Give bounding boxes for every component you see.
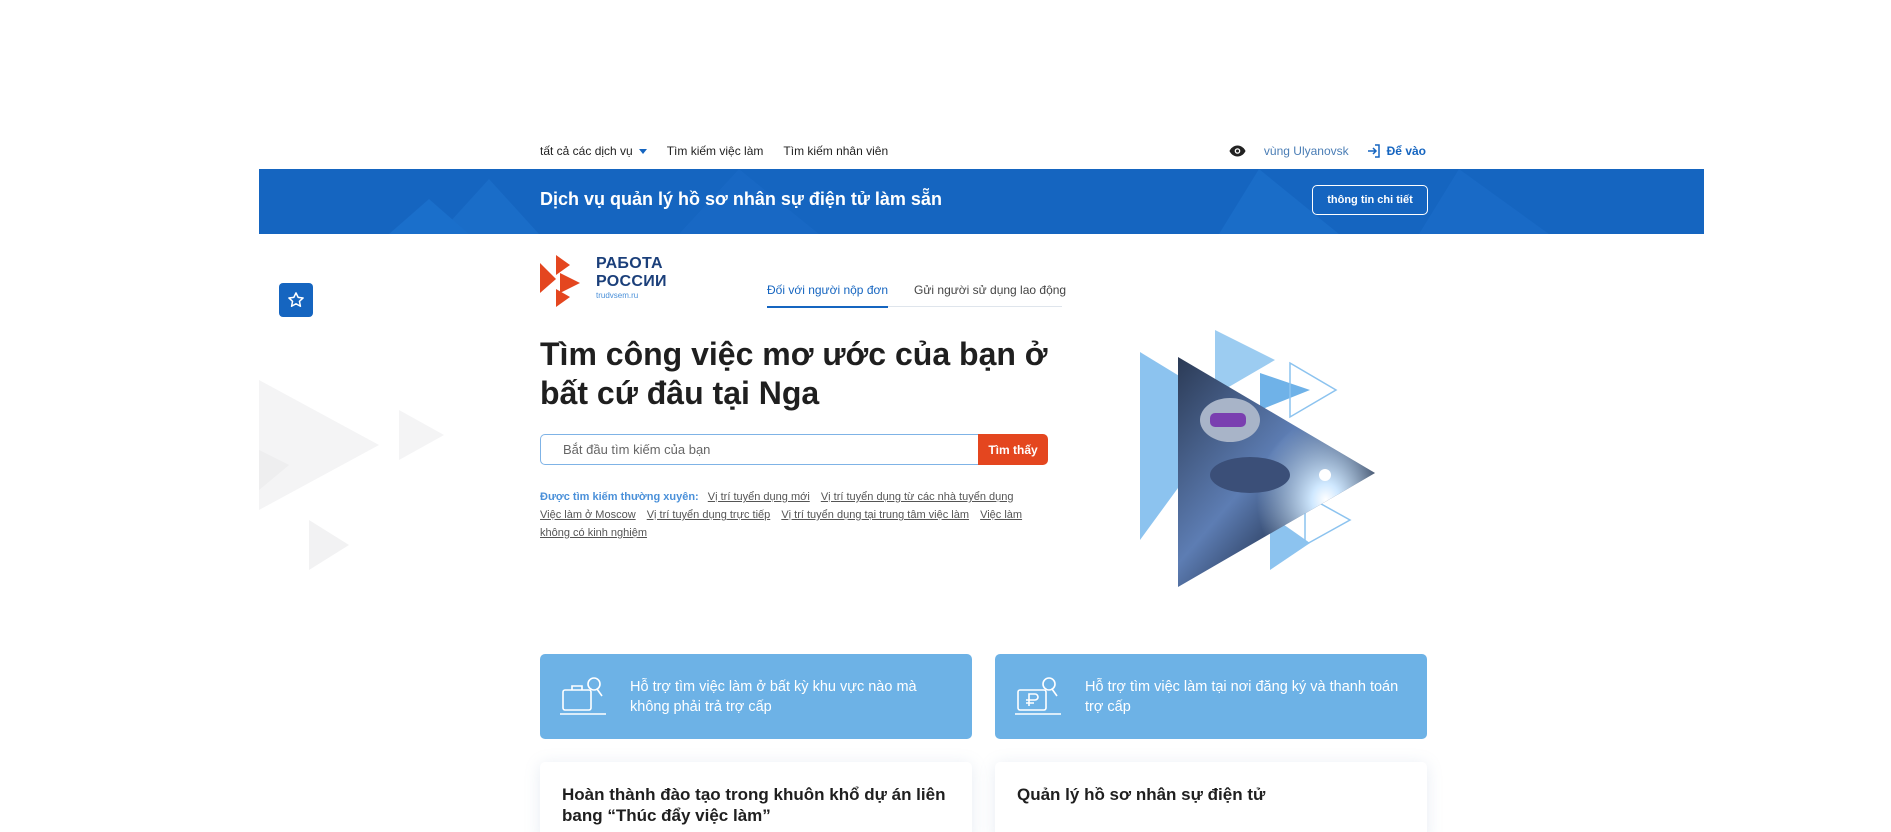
star-icon: [288, 292, 304, 307]
site-logo[interactable]: РАБОТА РОССИИ trudvsem.ru: [540, 255, 667, 307]
frequent-searches-label: Được tìm kiếm thường xuyên:: [540, 491, 699, 503]
search-button[interactable]: Tìm thấy: [978, 434, 1048, 465]
find-job-link[interactable]: Tìm kiếm việc làm: [667, 144, 764, 158]
hr-records-card[interactable]: Quản lý hồ sơ nhân sự điện tử: [995, 762, 1427, 832]
frequent-link[interactable]: Việc làm ở Moscow: [540, 509, 636, 521]
banner-details-button[interactable]: thông tin chi tiết: [1312, 185, 1428, 215]
briefcase-search-icon: [560, 676, 606, 715]
login-link[interactable]: Để vào: [1367, 144, 1426, 158]
audience-tabs: Đối với người nộp đơn Gửi người sử dụng …: [767, 283, 1066, 308]
top-nav-left: tất cả các dịch vụ Tìm kiếm việc làm Tìm…: [540, 144, 888, 158]
top-nav: tất cả các dịch vụ Tìm kiếm việc làm Tìm…: [540, 140, 1426, 162]
login-label: Để vào: [1386, 144, 1426, 158]
frequent-link[interactable]: Vị trí tuyển dụng trực tiếp: [647, 509, 771, 521]
support-card-no-benefit[interactable]: Hỗ trợ tìm việc làm ở bất kỳ khu vực nào…: [540, 654, 972, 739]
hero-title: Tìm công việc mơ ước của bạn ở bất cứ đâ…: [540, 336, 1048, 411]
ruble-search-icon: [1015, 676, 1061, 715]
region-selector[interactable]: vùng Ulyanovsk: [1264, 144, 1349, 158]
background-decoration: [259, 380, 444, 570]
banner-title: Dịch vụ quản lý hồ sơ nhân sự điện tử là…: [540, 189, 942, 209]
tab-employers[interactable]: Gửi người sử dụng lao động: [914, 283, 1066, 308]
logo-mark-icon: [540, 255, 580, 307]
support-card-text: Hỗ trợ tìm việc làm tại nơi đăng ký và t…: [1085, 678, 1399, 715]
tab-applicants[interactable]: Đối với người nộp đơn: [767, 283, 889, 308]
search-input[interactable]: [540, 434, 978, 465]
hero-welder-illustration: [1140, 330, 1375, 587]
login-icon: [1367, 144, 1380, 158]
find-staff-link[interactable]: Tìm kiếm nhân viên: [783, 144, 888, 158]
frequent-searches: Được tìm kiếm thường xuyên: Vị trí tuyển…: [540, 488, 1030, 542]
hr-records-card-title: Quản lý hồ sơ nhân sự điện tử: [1017, 785, 1266, 804]
logo-line-2: РОССИИ: [596, 273, 667, 290]
training-card-title: Hoàn thành đào tạo trong khuôn khổ dự án…: [562, 785, 946, 825]
frequent-link[interactable]: Vị trí tuyển dụng mới: [708, 491, 810, 503]
chevron-down-icon: [638, 148, 647, 154]
support-card-text: Hỗ trợ tìm việc làm ở bất kỳ khu vực nào…: [630, 678, 917, 715]
support-card-with-benefit[interactable]: Hỗ trợ tìm việc làm tại nơi đăng ký và t…: [995, 654, 1427, 739]
logo-line-1: РАБОТА: [596, 255, 663, 272]
logo-text: РАБОТА РОССИИ trudvsem.ru: [596, 255, 667, 300]
frequent-link[interactable]: Vị trí tuyển dụng từ các nhà tuyển dụng: [821, 491, 1014, 503]
banner-decoration: [389, 169, 1549, 234]
all-services-label: tất cả các dịch vụ: [540, 144, 633, 158]
logo-domain: trudvsem.ru: [596, 291, 639, 300]
top-nav-right: vùng Ulyanovsk Để vào: [1229, 144, 1426, 158]
frequent-link[interactable]: Vị trí tuyển dụng tại trung tâm việc làm: [781, 509, 969, 521]
favorites-button[interactable]: [279, 283, 313, 317]
training-card[interactable]: Hoàn thành đào tạo trong khuôn khổ dự án…: [540, 762, 972, 832]
promo-banner: Dịch vụ quản lý hồ sơ nhân sự điện tử là…: [259, 169, 1704, 234]
all-services-dropdown[interactable]: tất cả các dịch vụ: [540, 144, 647, 158]
job-search-form: Tìm thấy: [540, 434, 1048, 465]
eye-icon[interactable]: [1229, 145, 1246, 157]
